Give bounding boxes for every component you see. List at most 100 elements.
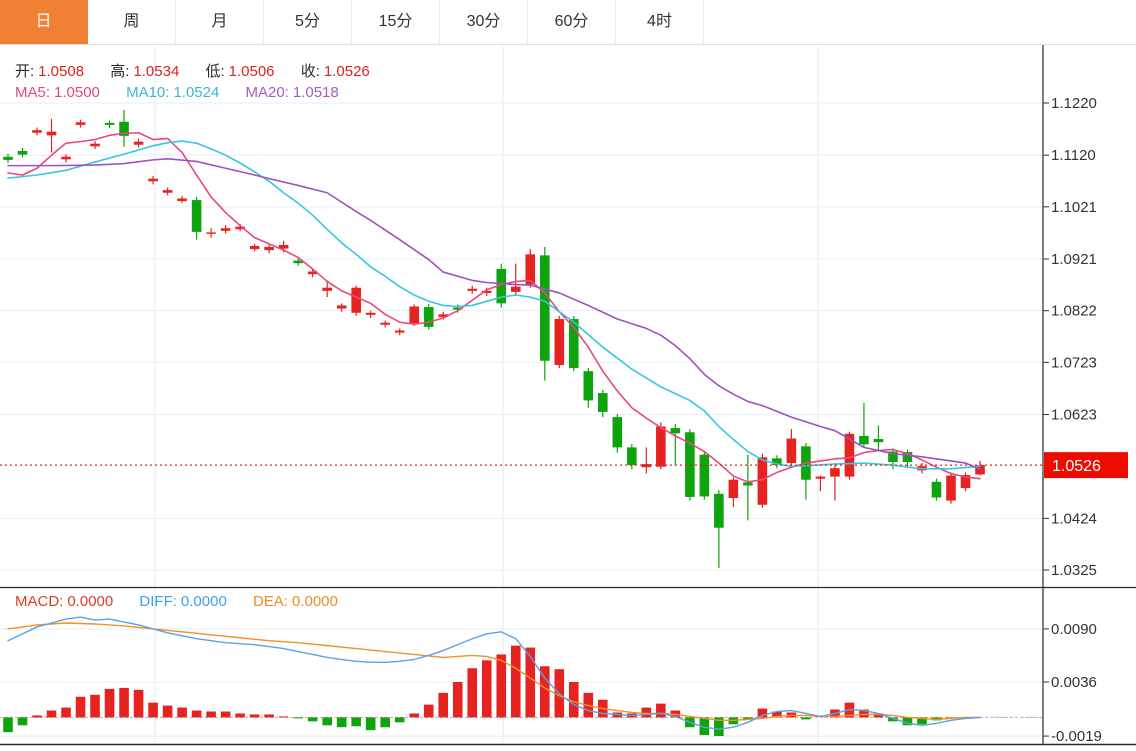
candle-body — [76, 122, 86, 125]
macd-bar — [496, 654, 506, 717]
macd-bar — [3, 717, 13, 732]
macd-bar — [105, 689, 115, 718]
candle-body — [90, 144, 100, 147]
price-axis-label: 1.0723 — [1051, 354, 1097, 371]
candle-body — [540, 255, 550, 360]
candle-body — [322, 288, 332, 291]
price-axis-label: 1.0822 — [1051, 303, 1097, 320]
macd-bar — [642, 708, 652, 718]
macd-axis-label: 0.0036 — [1051, 674, 1097, 691]
candle-body — [424, 307, 434, 327]
macd-bar — [511, 646, 521, 718]
tab-60min[interactable]: 60分 — [528, 0, 616, 44]
macd-bar — [279, 716, 289, 717]
candle-body — [134, 142, 144, 145]
macd-axis-label: -0.0019 — [1051, 728, 1102, 745]
macd-bar — [76, 697, 86, 718]
tab-week[interactable]: 周 — [88, 0, 176, 44]
candle-body — [337, 305, 347, 308]
tab-month[interactable]: 月 — [176, 0, 264, 44]
candle-body — [787, 439, 797, 464]
macd-bar — [177, 708, 187, 718]
macd-bar — [221, 712, 231, 718]
price-axis-label: 1.0325 — [1051, 562, 1097, 579]
candle-body — [729, 480, 739, 498]
candle-body — [366, 313, 376, 315]
candle-body — [816, 477, 826, 479]
candle-body — [830, 468, 840, 476]
candle-body — [61, 157, 71, 160]
macd-bar — [250, 714, 260, 717]
candle-body — [859, 436, 869, 444]
macd-bar — [656, 704, 666, 718]
macd-bar — [482, 660, 492, 717]
candle-body — [192, 200, 202, 232]
macd-bar — [264, 714, 274, 717]
candle-body — [874, 439, 884, 442]
macd-bar — [293, 717, 303, 718]
candle-body — [714, 494, 724, 528]
candle-body — [758, 457, 768, 504]
candle-body — [583, 371, 593, 400]
candle-body — [380, 323, 390, 325]
tab-day[interactable]: 日 — [0, 0, 88, 44]
candle-body — [105, 123, 115, 125]
tab-15min[interactable]: 15分 — [352, 0, 440, 44]
macd-bar — [32, 715, 42, 717]
candle-body — [3, 157, 13, 160]
price-axis-label: 1.0424 — [1051, 510, 1097, 527]
candle-body — [47, 132, 57, 136]
macd-bar — [206, 712, 216, 718]
macd-bar — [119, 688, 129, 717]
price-axis-label: 1.1120 — [1051, 147, 1096, 164]
tab-4hour[interactable]: 4时 — [616, 0, 704, 44]
macd-bar — [18, 717, 28, 725]
candle-body — [395, 330, 405, 332]
macd-bar — [801, 717, 811, 719]
macd-bar — [90, 695, 100, 718]
candle-body — [18, 151, 28, 155]
macd-bar — [453, 682, 463, 717]
macd-bar — [525, 648, 535, 718]
candle-body — [743, 482, 753, 485]
macd-bar — [134, 690, 144, 718]
candle-body — [32, 130, 42, 133]
macd-bar — [337, 717, 347, 727]
candle-body — [627, 447, 637, 465]
candle-body — [351, 288, 361, 313]
candle-body — [932, 482, 942, 498]
macd-bar — [380, 717, 390, 727]
timeframe-tabbar: 日 周 月 5分 15分 30分 60分 4时 — [0, 0, 1136, 45]
macd-bar — [467, 668, 477, 717]
candle-body — [700, 455, 710, 497]
price-axis-label: 1.0921 — [1051, 251, 1097, 268]
candle-body — [946, 476, 956, 501]
tab-5min[interactable]: 5分 — [264, 0, 352, 44]
price-axis-label: 1.0623 — [1051, 407, 1097, 424]
chart-canvas[interactable]: 1.12201.11201.10211.09211.08221.07231.06… — [0, 45, 1136, 751]
ma10-line — [8, 141, 980, 469]
macd-bar — [424, 705, 434, 718]
macd-bar — [366, 717, 376, 730]
candle-body — [250, 246, 260, 249]
candle-body — [613, 417, 623, 447]
ma5-line — [8, 133, 980, 482]
tab-30min[interactable]: 30分 — [440, 0, 528, 44]
ma20-line — [8, 159, 980, 469]
candle-body — [148, 179, 158, 182]
candle-body — [206, 232, 216, 233]
candle-body — [264, 247, 274, 250]
candle-body — [554, 319, 564, 365]
candle-body — [656, 427, 666, 467]
candlestick-series — [3, 110, 985, 568]
macd-bar — [47, 711, 57, 718]
kline-chart-app: 日 周 月 5分 15分 30分 60分 4时 1.12201.11201.10… — [0, 0, 1136, 751]
macd-bar — [395, 717, 405, 722]
macd-bar — [61, 708, 71, 718]
price-axis-label: 1.1021 — [1051, 199, 1097, 216]
current-price-badge-label: 1.0526 — [1052, 458, 1101, 475]
macd-bar — [351, 717, 361, 726]
candle-body — [177, 198, 187, 201]
macd-bar — [235, 713, 245, 717]
candle-body — [221, 228, 231, 231]
